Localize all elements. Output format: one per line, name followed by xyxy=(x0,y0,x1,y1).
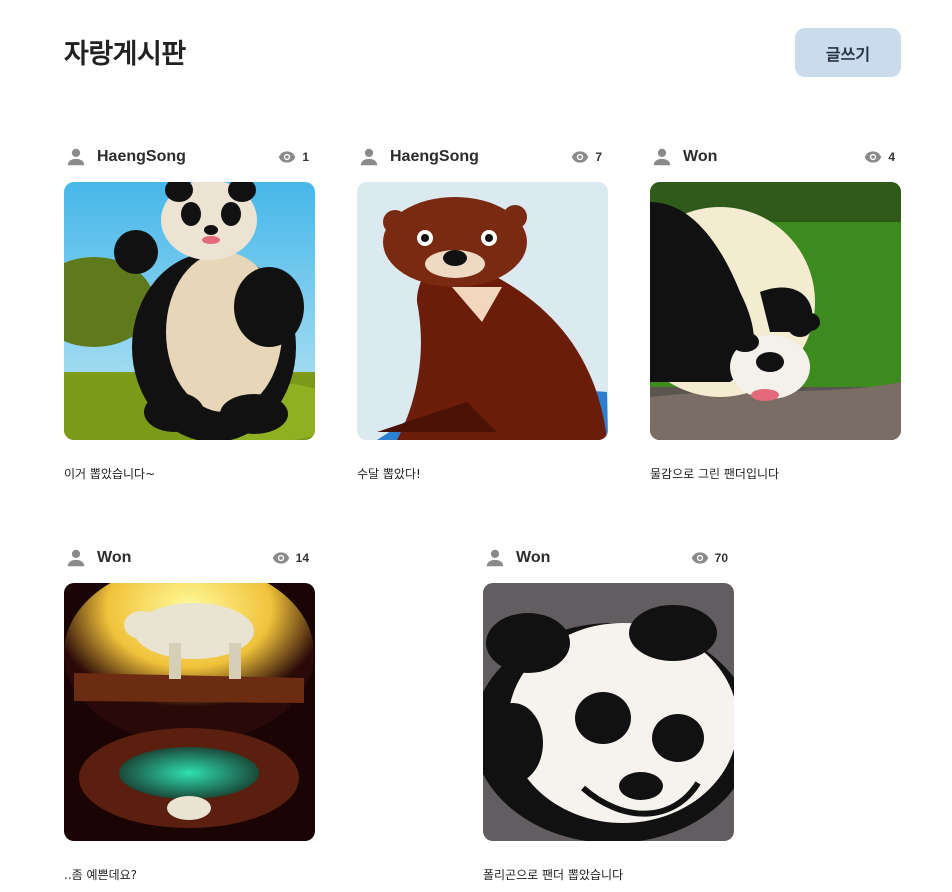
view-counter: 4 xyxy=(864,148,895,166)
post-card[interactable]: Won 4 물감으로 그린 팬더입니다 xyxy=(650,143,901,482)
post-caption[interactable]: 물감으로 그린 팬더입니다 xyxy=(650,465,901,482)
eye-icon xyxy=(272,552,289,564)
panda-face-image xyxy=(483,583,734,841)
panda-drinking-image xyxy=(650,182,901,440)
view-count: 7 xyxy=(595,150,602,164)
post-header: HaengSong 1 xyxy=(64,143,315,171)
view-count: 1 xyxy=(302,150,309,164)
person-icon xyxy=(486,549,504,567)
view-counter: 7 xyxy=(571,148,602,166)
post-image[interactable] xyxy=(357,182,608,440)
post-card[interactable]: Won 70 폴리곤으로 팬더 뽑았습니다 xyxy=(483,544,734,883)
post-image[interactable] xyxy=(64,583,315,841)
post-card[interactable]: HaengSong 1 이거 뽑았습니다~ xyxy=(64,143,315,482)
author-name[interactable]: HaengSong xyxy=(390,148,479,166)
post-header: Won 4 xyxy=(650,143,901,171)
write-post-button[interactable]: 글쓰기 xyxy=(795,28,901,77)
post-image[interactable] xyxy=(483,583,734,841)
author-name[interactable]: Won xyxy=(683,148,717,166)
view-count: 4 xyxy=(888,150,895,164)
view-count: 70 xyxy=(714,551,728,565)
post-caption[interactable]: 이거 뽑았습니다~ xyxy=(64,465,315,482)
otter-image xyxy=(357,182,608,440)
post-caption[interactable]: 수달 뽑았다! xyxy=(357,465,608,482)
post-card[interactable]: HaengSong 7 수달 뽑았다! xyxy=(357,143,608,482)
eye-icon xyxy=(691,552,708,564)
eye-icon xyxy=(279,151,296,163)
view-count: 14 xyxy=(295,551,309,565)
page-title: 자랑게시판 xyxy=(64,39,186,70)
author-name[interactable]: Won xyxy=(97,549,131,567)
post-header: HaengSong 7 xyxy=(357,143,608,171)
post-caption[interactable]: 폴리곤으로 팬더 뽑았습니다 xyxy=(483,866,734,883)
post-caption[interactable]: ..좀 예쁜데요? xyxy=(64,866,315,883)
post-image[interactable] xyxy=(64,182,315,440)
polar-bear-image xyxy=(64,583,315,841)
view-counter: 14 xyxy=(272,549,309,567)
panda-cartoon-image xyxy=(64,182,315,440)
post-card[interactable]: Won 14 ..좀 예쁜데요? xyxy=(64,544,315,883)
author-name[interactable]: HaengSong xyxy=(97,148,186,166)
eye-icon xyxy=(572,151,589,163)
post-header: Won 70 xyxy=(483,544,734,572)
post-image[interactable] xyxy=(650,182,901,440)
author-name[interactable]: Won xyxy=(516,549,550,567)
person-icon xyxy=(67,148,85,166)
view-counter: 1 xyxy=(278,148,309,166)
post-header: Won 14 xyxy=(64,544,315,572)
person-icon xyxy=(360,148,378,166)
person-icon xyxy=(67,549,85,567)
person-icon xyxy=(653,148,671,166)
eye-icon xyxy=(865,151,882,163)
view-counter: 70 xyxy=(691,549,728,567)
